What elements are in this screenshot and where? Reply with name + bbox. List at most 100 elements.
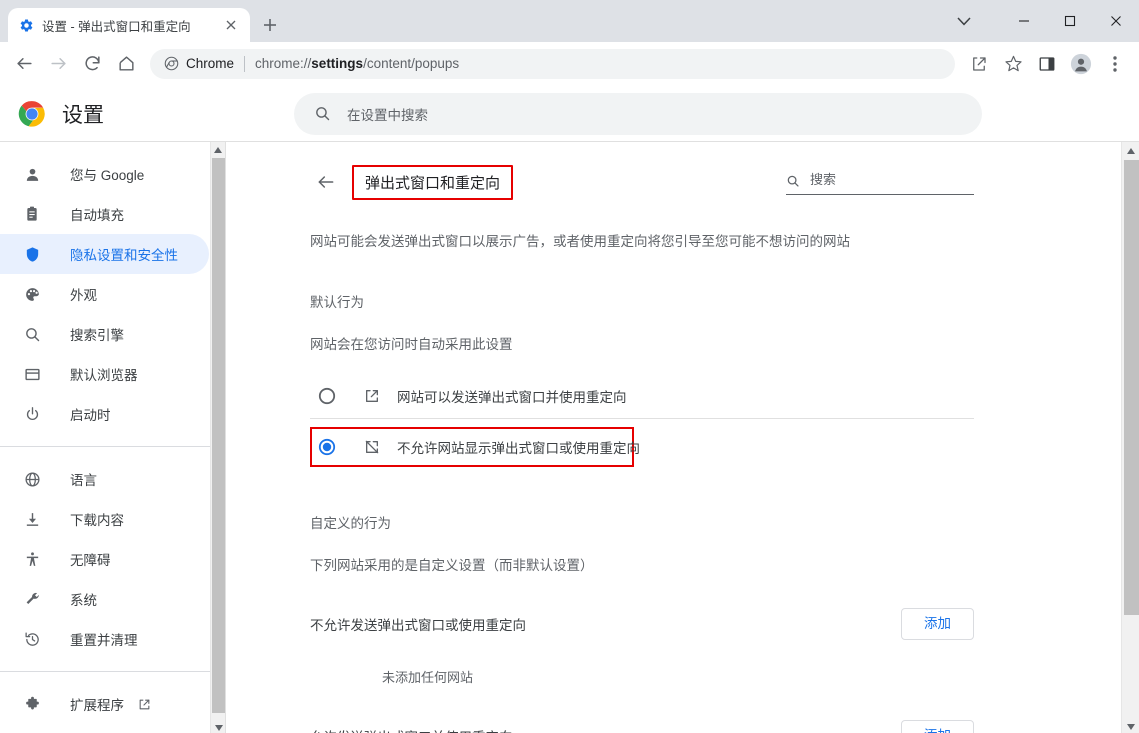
profile-avatar-icon[interactable] xyxy=(1065,48,1097,80)
sidebar-item-label: 下载内容 xyxy=(70,513,124,528)
accessibility-icon xyxy=(22,549,42,569)
sidebar-item-extensions[interactable]: 扩展程序 xyxy=(0,684,209,724)
settings-header: 设置 在设置中搜索 xyxy=(0,86,1139,142)
power-icon xyxy=(22,404,42,424)
settings-brand: 设置 xyxy=(0,99,294,129)
exception-label: 允许发送弹出式窗口并使用重定向 xyxy=(310,726,513,733)
scroll-up-arrow-icon[interactable] xyxy=(1122,142,1139,159)
radio-option-label: 不允许网站显示弹出式窗口或使用重定向 xyxy=(397,441,640,456)
sidebar-scrollbar[interactable] xyxy=(210,142,225,733)
radio-option-block-popups[interactable]: 不允许网站显示弹出式窗口或使用重定向 xyxy=(310,427,640,467)
sidebar-scrollbar-thumb[interactable] xyxy=(212,158,225,713)
back-arrow-icon[interactable] xyxy=(310,166,342,198)
toolbar-right-actions xyxy=(963,48,1131,80)
sidebar-item-autofill[interactable]: 自动填充 xyxy=(0,194,209,234)
tab-strip: 设置 - 弹出式窗口和重定向 xyxy=(0,0,1139,42)
popups-settings-panel: 弹出式窗口和重定向 搜索 网站可能会发送弹出式窗口以展示广告，或者使用重定向将您… xyxy=(310,142,974,733)
sidebar-group-footer: 扩展程序 关于 Chrome xyxy=(0,680,225,733)
section-title: 弹出式窗口和重定向 xyxy=(365,174,501,192)
popups-description: 网站可能会发送弹出式窗口以展示广告，或者使用重定向将您引导至您可能不想访问的网站 xyxy=(310,234,850,249)
maximize-button[interactable] xyxy=(1047,0,1093,42)
wrench-icon xyxy=(22,589,42,609)
close-tab-icon[interactable] xyxy=(222,16,240,34)
reload-icon[interactable] xyxy=(76,48,108,80)
forward-icon xyxy=(42,48,74,80)
star-icon[interactable] xyxy=(997,48,1029,80)
exception-label: 不允许发送弹出式窗口或使用重定向 xyxy=(310,618,526,633)
radio-unselected-icon[interactable] xyxy=(318,387,336,405)
new-tab-button[interactable] xyxy=(256,11,284,39)
settings-search-input[interactable]: 在设置中搜索 xyxy=(294,92,982,135)
sidebar-item-label: 自动填充 xyxy=(70,208,124,223)
scroll-up-arrow-icon[interactable] xyxy=(211,142,225,157)
sidebar-item-about-chrome[interactable]: 关于 Chrome xyxy=(0,724,209,733)
palette-icon xyxy=(22,284,42,304)
sidebar-item-label: 重置并清理 xyxy=(70,633,138,648)
exception-block-blocked: 不允许发送弹出式窗口或使用重定向 添加 未添加任何网站 xyxy=(310,606,974,686)
page-header-row: 弹出式窗口和重定向 搜索 xyxy=(310,160,974,204)
share-icon[interactable] xyxy=(963,48,995,80)
add-allowed-site-button[interactable]: 添加 xyxy=(901,720,974,733)
scroll-down-arrow-icon[interactable] xyxy=(1122,718,1139,733)
omnibox-divider xyxy=(244,55,246,72)
side-panel-icon[interactable] xyxy=(1031,48,1063,80)
sidebar-item-languages[interactable]: 语言 xyxy=(0,459,209,499)
popup-blocked-icon xyxy=(362,437,382,457)
sidebar-item-label: 隐私设置和安全性 xyxy=(70,248,178,263)
scroll-down-arrow-icon[interactable] xyxy=(211,720,226,733)
sidebar-group-advanced: 语言 下载内容 无障碍 系统 重置并清理 xyxy=(0,455,225,663)
add-blocked-site-button[interactable]: 添加 xyxy=(901,608,974,640)
sidebar-item-label: 系统 xyxy=(70,593,97,608)
sidebar-item-reset-and-cleanup[interactable]: 重置并清理 xyxy=(0,619,209,659)
settings-gear-icon xyxy=(18,17,34,33)
close-button[interactable] xyxy=(1093,0,1139,42)
shield-icon xyxy=(22,244,42,264)
settings-main-content: 弹出式窗口和重定向 搜索 网站可能会发送弹出式窗口以展示广告，或者使用重定向将您… xyxy=(226,142,1139,733)
radio-selected-icon[interactable] xyxy=(318,438,336,456)
sidebar-item-label: 您与 Google xyxy=(70,168,145,183)
sidebar-item-system[interactable]: 系统 xyxy=(0,579,209,619)
sidebar-item-you-and-google[interactable]: 您与 Google xyxy=(0,154,209,194)
sidebar-item-label: 搜索引擎 xyxy=(70,328,124,343)
sidebar-item-label: 外观 xyxy=(70,288,97,303)
exception-header: 不允许发送弹出式窗口或使用重定向 添加 xyxy=(310,606,974,642)
default-behavior-title: 默认行为 xyxy=(310,295,364,310)
default-behavior-radio-group: 网站可以发送弹出式窗口并使用重定向 不允许网站显示弹出式窗口或使用重定向 xyxy=(310,376,974,467)
puzzle-icon xyxy=(22,694,42,714)
sidebar-item-on-startup[interactable]: 启动时 xyxy=(0,394,209,434)
exception-empty-note: 未添加任何网站 xyxy=(382,670,474,685)
content-search-placeholder: 搜索 xyxy=(810,172,837,187)
settings-sidebar: 您与 Google 自动填充 隐私设置和安全性 外观 搜索引擎 默认浏览器 启动… xyxy=(0,142,225,733)
sidebar-item-downloads[interactable]: 下载内容 xyxy=(0,499,209,539)
browser-tab[interactable]: 设置 - 弹出式窗口和重定向 xyxy=(8,8,250,42)
main-scrollbar-thumb[interactable] xyxy=(1124,160,1139,615)
radio-divider xyxy=(310,418,974,419)
address-bar[interactable]: Chrome chrome://settings/content/popups xyxy=(150,48,955,79)
page-title-annotation-box: 弹出式窗口和重定向 xyxy=(352,164,514,200)
history-restore-icon xyxy=(22,629,42,649)
back-icon[interactable] xyxy=(8,48,40,80)
minimize-button[interactable] xyxy=(1001,0,1047,42)
chrome-logo-icon xyxy=(164,56,179,71)
sidebar-item-search-engine[interactable]: 搜索引擎 xyxy=(0,314,209,354)
settings-search-placeholder: 在设置中搜索 xyxy=(347,107,428,123)
chrome-logo-icon xyxy=(18,100,46,128)
open-in-new-icon xyxy=(362,386,382,406)
sidebar-item-accessibility[interactable]: 无障碍 xyxy=(0,539,209,579)
sidebar-item-label: 启动时 xyxy=(70,408,111,423)
main-scrollbar[interactable] xyxy=(1121,142,1139,733)
content-search-input[interactable]: 搜索 xyxy=(786,169,974,195)
main-inner: 弹出式窗口和重定向 搜索 网站可能会发送弹出式窗口以展示广告，或者使用重定向将您… xyxy=(226,142,1139,733)
home-icon[interactable] xyxy=(110,48,142,80)
sidebar-item-privacy-and-security[interactable]: 隐私设置和安全性 xyxy=(0,234,209,274)
search-icon xyxy=(314,105,331,122)
radio-option-allow-popups[interactable]: 网站可以发送弹出式窗口并使用重定向 xyxy=(310,376,974,416)
custom-behavior-title: 自定义的行为 xyxy=(310,516,391,531)
exception-header: 允许发送弹出式窗口并使用重定向 添加 xyxy=(310,718,974,733)
tab-search-chevron-down-icon[interactable] xyxy=(949,6,979,36)
sidebar-item-appearance[interactable]: 外观 xyxy=(0,274,209,314)
site-chip: Chrome xyxy=(164,56,234,71)
sidebar-item-default-browser[interactable]: 默认浏览器 xyxy=(0,354,209,394)
window-controls xyxy=(1001,0,1139,42)
three-dot-menu-icon[interactable] xyxy=(1099,48,1131,80)
